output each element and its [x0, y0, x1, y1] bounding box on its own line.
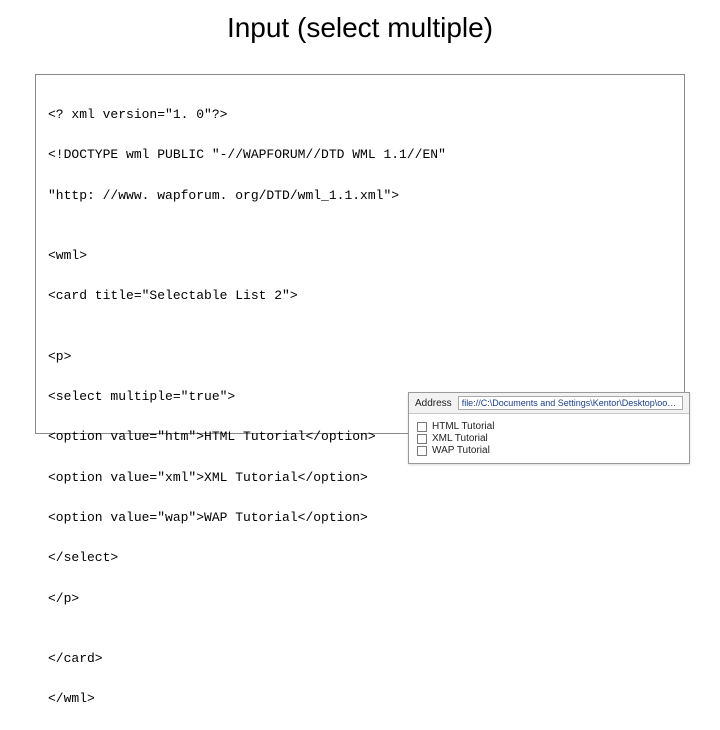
checkbox-icon[interactable] — [417, 434, 427, 444]
list-item[interactable]: XML Tutorial — [417, 433, 681, 444]
code-line: <p> — [48, 347, 672, 367]
code-line: <card title="Selectable List 2"> — [48, 286, 672, 306]
address-label: Address — [415, 398, 452, 409]
code-line: <option value="wap">WAP Tutorial</option… — [48, 508, 672, 528]
wap-emulator-window: Address file://C:\Documents and Settings… — [408, 392, 690, 464]
list-item-label: XML Tutorial — [432, 433, 488, 444]
address-field[interactable]: file://C:\Documents and Settings\Kentor\… — [458, 396, 683, 410]
code-line: </select> — [48, 548, 672, 568]
code-line: </wml> — [48, 689, 672, 709]
checkbox-icon[interactable] — [417, 446, 427, 456]
code-line: <wml> — [48, 246, 672, 266]
list-item[interactable]: HTML Tutorial — [417, 421, 681, 432]
list-item-label: HTML Tutorial — [432, 421, 494, 432]
address-bar: Address file://C:\Documents and Settings… — [409, 393, 689, 414]
code-pane: <? xml version="1. 0"?> <!DOCTYPE wml PU… — [35, 74, 685, 434]
code-line: "http: //www. wapforum. org/DTD/wml_1.1.… — [48, 186, 672, 206]
code-line: </p> — [48, 589, 672, 609]
code-line: <!DOCTYPE wml PUBLIC "-//WAPFORUM//DTD W… — [48, 145, 672, 165]
code-line: <option value="xml">XML Tutorial</option… — [48, 468, 672, 488]
code-line: </card> — [48, 649, 672, 669]
slide-title: Input (select multiple) — [0, 12, 720, 44]
wap-body: HTML Tutorial XML Tutorial WAP Tutorial — [409, 414, 689, 463]
code-line: <? xml version="1. 0"?> — [48, 105, 672, 125]
list-item-label: WAP Tutorial — [432, 445, 490, 456]
checkbox-icon[interactable] — [417, 422, 427, 432]
list-item[interactable]: WAP Tutorial — [417, 445, 681, 456]
